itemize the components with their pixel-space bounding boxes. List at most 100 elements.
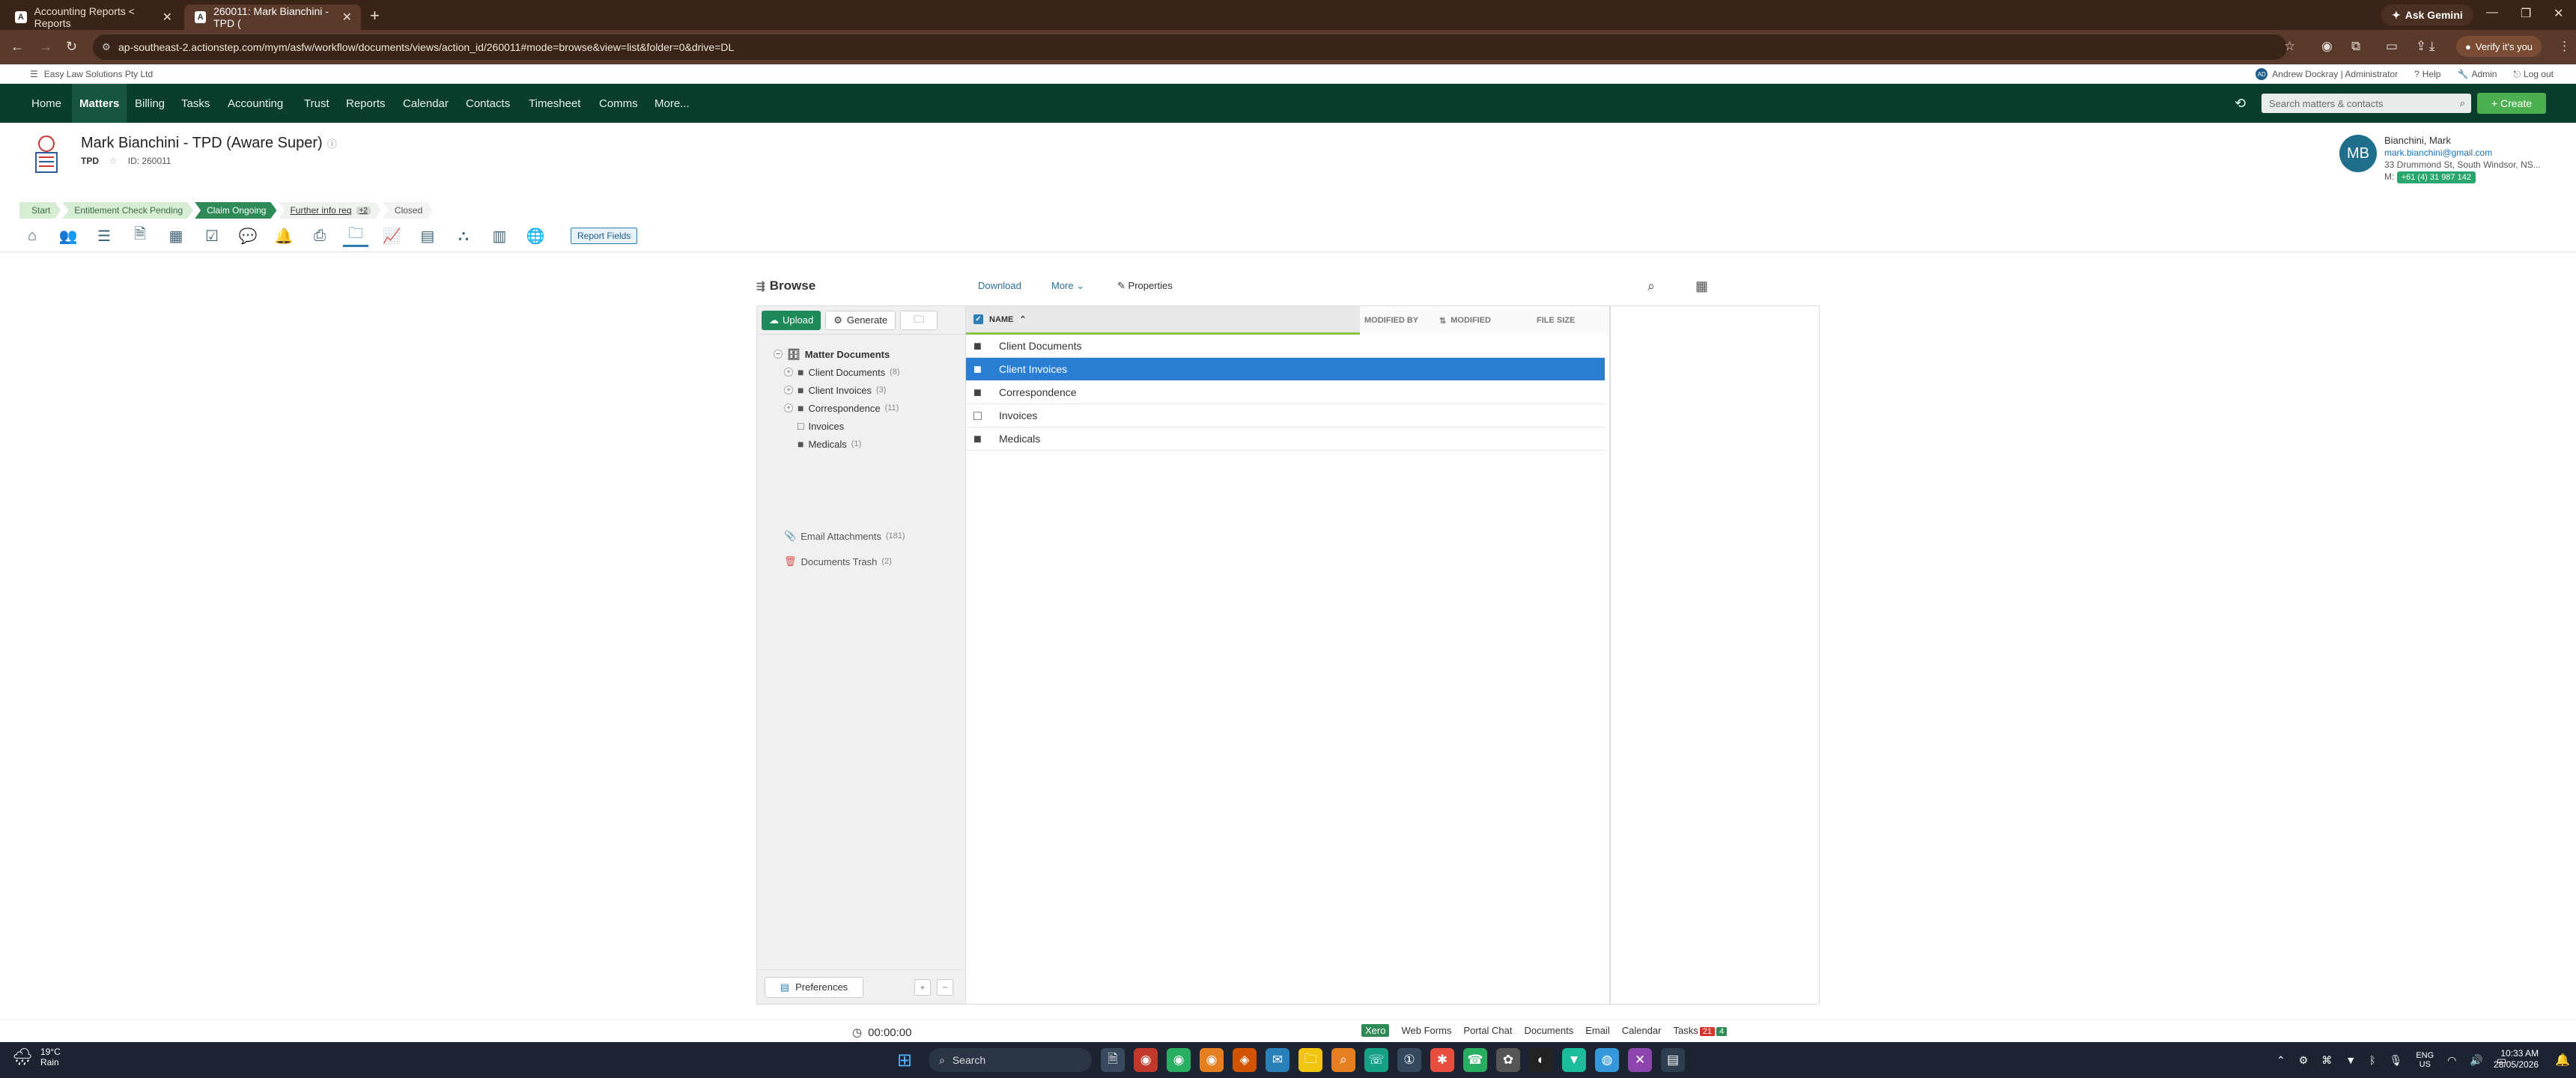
nav-contacts[interactable]: Contacts <box>458 84 517 123</box>
tree-root-matter-documents[interactable]: − 🗄 Matter Documents <box>774 345 965 363</box>
email-attachments-folder[interactable]: 📎 Email Attachments (181) <box>784 523 905 549</box>
column-modified-by[interactable]: MODIFIED BY <box>1360 316 1435 325</box>
nav-accounting[interactable]: Accounting <box>220 84 291 123</box>
nav-reports[interactable]: Reports <box>338 84 393 123</box>
close-icon[interactable]: ✕ <box>342 10 352 25</box>
onepassword-icon[interactable]: ① <box>1397 1048 1421 1072</box>
asterisk-app-icon[interactable]: ✱ <box>1430 1048 1454 1072</box>
calendar-icon[interactable]: ▦ <box>163 225 189 247</box>
tree-item-medicals[interactable]: ■ Medicals (1) <box>774 435 965 453</box>
tab-accounting-reports[interactable]: A Accounting Reports < Reports ✕ <box>4 4 181 30</box>
site-info-icon[interactable]: ⚙ <box>102 41 111 53</box>
grid-view-icon[interactable]: ▦ <box>1695 278 1708 294</box>
tasks-link[interactable]: Tasks 21 4 <box>1673 1025 1728 1036</box>
report-fields-button[interactable]: Report Fields <box>571 228 638 244</box>
portal-chat-link[interactable]: Portal Chat <box>1463 1025 1512 1036</box>
tree-item-correspondence[interactable]: + ■ Correspondence (11) <box>774 399 965 417</box>
generate-button[interactable]: ⚙ Generate <box>825 310 896 330</box>
settings-tray-icon[interactable]: ⚙ <box>2299 1054 2309 1067</box>
expand-icon[interactable]: + <box>784 386 793 395</box>
side-panel-icon[interactable]: ▭ <box>2386 39 2398 54</box>
nav-calendar[interactable]: Calendar <box>395 84 456 123</box>
messages-icon[interactable]: 💬 <box>235 225 261 247</box>
nav-comms[interactable]: Comms <box>592 84 645 123</box>
step-further-info-req[interactable]: Further info req +2 <box>278 202 380 219</box>
contact-phone[interactable]: +61 (4) 31 987 142 <box>2396 171 2476 183</box>
tab-matter-documents[interactable]: A 260011: Mark Bianchini - TPD ( ✕ <box>184 4 361 30</box>
hamburger-icon[interactable]: ☰ <box>30 69 38 79</box>
forward-icon[interactable]: → <box>39 39 52 55</box>
logout-link[interactable]: ⎋ Log out <box>2513 69 2554 80</box>
file-row-invoices[interactable]: □ Invoices <box>966 404 1605 427</box>
vpn-tray-icon[interactable]: ▼ <box>2345 1054 2356 1066</box>
expand-icon[interactable]: + <box>784 368 793 377</box>
maximize-icon[interactable]: ❐ <box>2521 6 2531 21</box>
column-name[interactable]: ✓ NAME ⌃ <box>966 306 1360 335</box>
chevron-up-icon[interactable]: ⌃ <box>2276 1054 2285 1067</box>
more-steps-badge[interactable]: +2 <box>356 207 371 215</box>
calendar-link[interactable]: Calendar <box>1622 1025 1662 1036</box>
expand-icon[interactable]: + <box>784 404 793 412</box>
step-claim-ongoing[interactable]: Claim Ongoing <box>195 202 276 219</box>
search-input[interactable]: Search matters & contacts ⌕ <box>2261 94 2471 113</box>
extension-icon[interactable]: ◉ <box>2321 39 2333 54</box>
openai-icon[interactable]: ✿ <box>1496 1048 1520 1072</box>
organization-icon[interactable]: ⛬ <box>451 225 476 247</box>
url-field[interactable]: ⚙ ap-southeast-2.actionstep.com/mym/asfw… <box>93 34 2287 60</box>
browser-app-icon[interactable]: ◍ <box>1595 1048 1619 1072</box>
tasks-icon[interactable]: ☑ <box>199 225 225 247</box>
file-explorer-icon[interactable]: 🗎 <box>1101 1048 1125 1072</box>
tree-item-client-documents[interactable]: + ■ Client Documents (8) <box>774 363 965 381</box>
nav-timesheet[interactable]: Timesheet <box>521 84 588 123</box>
contact-avatar[interactable]: MB <box>2339 135 2377 172</box>
create-button[interactable]: + Create <box>2477 93 2546 114</box>
chrome-profile-icon[interactable]: ◉ <box>1167 1048 1191 1072</box>
nav-trust[interactable]: Trust <box>297 84 337 123</box>
windows-start-icon[interactable]: ⊞ <box>897 1050 912 1071</box>
minimize-icon[interactable]: — <box>2486 6 2498 19</box>
chrome-icon[interactable]: ◉ <box>1134 1048 1158 1072</box>
current-user[interactable]: Andrew Dockray | Administrator <box>2272 69 2398 79</box>
nav-tasks[interactable]: Tasks <box>174 84 217 123</box>
system-clock[interactable]: 10:33 AM 28/05/2026 <box>2494 1048 2539 1071</box>
bluetooth-icon[interactable]: ᛒ <box>2369 1054 2375 1066</box>
close-icon[interactable]: ✕ <box>162 10 172 25</box>
tree-item-invoices[interactable]: □ Invoices <box>774 417 965 435</box>
nav-home[interactable]: Home <box>24 84 69 123</box>
phone-link-icon[interactable]: ☏ <box>1364 1048 1388 1072</box>
preferences-button[interactable]: ▤ Preferences <box>765 976 863 998</box>
microphone-icon[interactable]: 🎙 <box>2390 1054 2403 1067</box>
whatsapp-icon[interactable]: ☎ <box>1463 1048 1487 1072</box>
file-row-client-documents[interactable]: ■ Client Documents <box>966 335 1605 358</box>
favorite-star-icon[interactable]: ☆ <box>109 156 118 166</box>
xero-link[interactable]: Xero <box>1361 1024 1390 1037</box>
web-forms-link[interactable]: Web Forms <box>1401 1025 1451 1036</box>
participants-icon[interactable]: 👥 <box>55 225 81 247</box>
ask-gemini-button[interactable]: ✦ Ask Gemini <box>2381 4 2473 25</box>
chrome-active-icon[interactable]: ◉ <box>1200 1048 1224 1072</box>
brave-icon[interactable]: ◈ <box>1233 1048 1257 1072</box>
menu-dots-icon[interactable]: ⋮ <box>2558 39 2571 54</box>
weather-widget[interactable]: 🌧 19°C Rain <box>12 1047 61 1068</box>
collapse-all-icon[interactable]: − <box>937 979 953 996</box>
nav-billing[interactable]: Billing <box>127 84 172 123</box>
search-app-icon[interactable]: ⌕ <box>1331 1048 1355 1072</box>
game-app-icon[interactable]: ◐ <box>1529 1048 1553 1072</box>
bookmark-star-icon[interactable]: ☆ <box>2284 39 2295 54</box>
calculator-icon[interactable]: ▤ <box>1661 1048 1685 1072</box>
volume-icon[interactable]: 🔊 <box>2470 1054 2482 1067</box>
home-icon[interactable]: ⌂ <box>19 225 45 247</box>
nav-matters[interactable]: Matters <box>72 84 127 123</box>
download-icon[interactable]: ⤓ <box>2429 39 2435 54</box>
mail-icon[interactable]: ✉ <box>1266 1048 1289 1072</box>
inbox-icon[interactable]: ⎙ <box>307 225 332 247</box>
notification-icon[interactable]: 🔔 <box>2555 1053 2570 1068</box>
close-window-icon[interactable]: ✕ <box>2554 6 2563 21</box>
collapse-icon[interactable]: − <box>774 350 783 359</box>
contact-email[interactable]: mark.bianchini@gmail.com <box>2384 147 2541 159</box>
new-tab-icon[interactable]: + <box>370 6 380 25</box>
contact-name[interactable]: Bianchini, Mark <box>2384 135 2541 147</box>
history-icon[interactable]: ⟲ <box>2235 96 2246 112</box>
documents-folder-icon[interactable]: 🗀 <box>343 225 368 247</box>
file-notes-icon[interactable]: 🗎 <box>127 225 153 247</box>
